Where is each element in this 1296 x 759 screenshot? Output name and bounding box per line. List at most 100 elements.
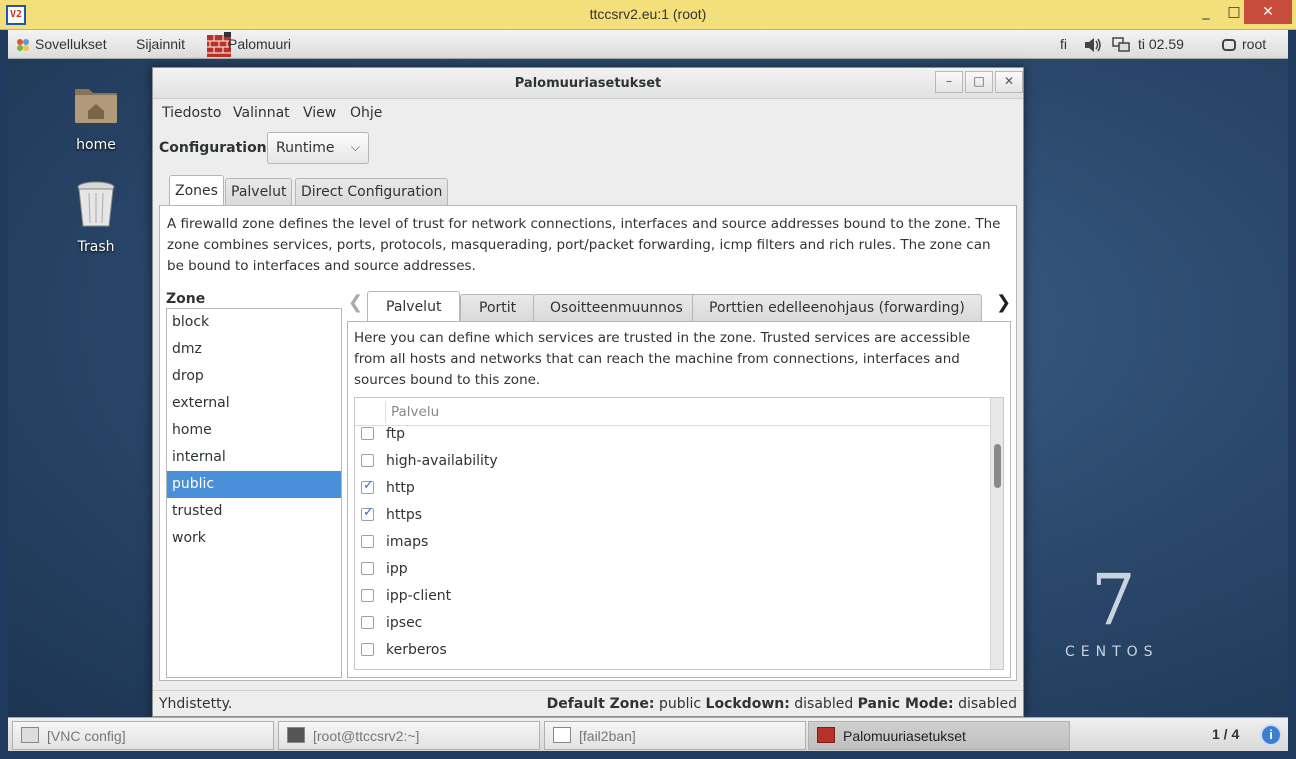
zone-item-trusted[interactable]: trusted bbox=[167, 498, 341, 525]
zone-item-public[interactable]: public bbox=[167, 471, 341, 498]
menu-help[interactable]: Ohje bbox=[350, 105, 382, 121]
zone-item-drop[interactable]: drop bbox=[167, 363, 341, 390]
zone-item-home[interactable]: home bbox=[167, 417, 341, 444]
home-label: home bbox=[76, 137, 116, 153]
default-zone-value: public bbox=[658, 696, 702, 712]
lockdown-label: Lockdown: bbox=[705, 696, 790, 712]
maximize-button[interactable]: □ bbox=[965, 71, 993, 93]
table-row[interactable]: http bbox=[355, 476, 1003, 503]
window-icon bbox=[21, 727, 39, 743]
minimize-button[interactable]: – bbox=[935, 71, 963, 93]
trash-icon bbox=[77, 181, 115, 227]
centos-logo-number: 7 bbox=[1091, 559, 1136, 641]
table-row[interactable]: ipp bbox=[355, 557, 1003, 584]
bottom-taskbar: [VNC config] [root@ttccsrv2:~] [fail2ban… bbox=[8, 717, 1288, 751]
zone-item-dmz[interactable]: dmz bbox=[167, 336, 341, 363]
menubar: Tiedosto Valinnat View Ohje bbox=[153, 99, 1023, 127]
menu-file[interactable]: Tiedosto bbox=[162, 105, 221, 121]
table-row[interactable]: ftp bbox=[355, 422, 1003, 449]
scrollbar-thumb[interactable] bbox=[994, 444, 1001, 488]
lockdown-value: disabled bbox=[794, 696, 854, 712]
table-row[interactable]: high-availability bbox=[355, 449, 1003, 476]
services-column-header[interactable]: Palvelu bbox=[385, 401, 439, 423]
configuration-value: Runtime bbox=[276, 140, 335, 156]
panic-mode-label: Panic Mode: bbox=[857, 696, 954, 712]
vnc-window-title: ttccsrv2.eu:1 (root) bbox=[589, 6, 707, 22]
service-checkbox[interactable] bbox=[361, 454, 374, 467]
centos-logo-word: CENTOS bbox=[1065, 644, 1159, 660]
table-row[interactable]: https bbox=[355, 503, 1003, 530]
home-folder-icon bbox=[75, 89, 117, 123]
service-name: imaps bbox=[386, 534, 429, 550]
service-checkbox[interactable] bbox=[361, 643, 374, 656]
task-label: [fail2ban] bbox=[579, 728, 636, 744]
tab-services[interactable]: Palvelut bbox=[225, 178, 293, 206]
configuration-label: Configuration: bbox=[159, 140, 273, 156]
zone-item-internal[interactable]: internal bbox=[167, 444, 341, 471]
table-row[interactable]: ipp-client bbox=[355, 584, 1003, 611]
subtab-services[interactable]: Palvelut bbox=[367, 291, 461, 323]
user-menu[interactable]: root bbox=[1242, 36, 1266, 52]
volume-icon[interactable] bbox=[1084, 37, 1102, 53]
table-row[interactable]: ipsec bbox=[355, 611, 1003, 638]
vnc-close-button[interactable]: ✕ bbox=[1244, 0, 1292, 24]
trash-label: Trash bbox=[77, 239, 115, 255]
task-label: [VNC config] bbox=[47, 728, 126, 744]
statusbar: Yhdistetty. Default Zone: public Lockdow… bbox=[153, 690, 1023, 716]
task-vnc-config[interactable]: [VNC config] bbox=[12, 721, 274, 750]
zone-item-external[interactable]: external bbox=[167, 390, 341, 417]
desktop-trash[interactable]: Trash bbox=[56, 179, 136, 255]
task-fail2ban[interactable]: [fail2ban] bbox=[544, 721, 806, 750]
subtab-masquerading[interactable]: Osoitteenmuunnos bbox=[533, 294, 700, 322]
menu-view[interactable]: View bbox=[303, 105, 336, 121]
zone-item-block[interactable]: block bbox=[167, 309, 341, 336]
firewall-icon bbox=[817, 727, 835, 743]
service-checkbox[interactable] bbox=[361, 505, 374, 521]
panic-mode-value: disabled bbox=[958, 696, 1017, 712]
subtab-ports[interactable]: Portit bbox=[460, 294, 536, 322]
zone-item-work[interactable]: work bbox=[167, 525, 341, 552]
table-row[interactable]: kerberos bbox=[355, 638, 1003, 665]
app-menu[interactable]: Palomuuri bbox=[228, 36, 291, 52]
service-name: http bbox=[386, 480, 415, 496]
service-checkbox[interactable] bbox=[361, 478, 374, 494]
chevron-left-icon[interactable]: ❮ bbox=[348, 292, 363, 313]
subtab-port-forwarding[interactable]: Porttien edelleenohjaus (forwarding) bbox=[692, 294, 982, 322]
vnc-titlebar: V2 ttccsrv2.eu:1 (root) _ □ ✕ bbox=[0, 0, 1296, 30]
places-menu[interactable]: Sijainnit bbox=[136, 36, 185, 52]
keyboard-layout[interactable]: fi bbox=[1060, 36, 1067, 52]
services-scrollbar[interactable] bbox=[990, 398, 1003, 669]
firewall-window: Palomuuriasetukset – □ ✕ Tiedosto Valinn… bbox=[152, 67, 1024, 717]
tab-direct-configuration[interactable]: Direct Configuration bbox=[295, 178, 449, 206]
zone-list-header: Zone bbox=[166, 291, 206, 307]
default-zone-label: Default Zone: bbox=[546, 696, 655, 712]
service-checkbox[interactable] bbox=[361, 589, 374, 602]
service-checkbox[interactable] bbox=[361, 427, 374, 440]
task-terminal[interactable]: [root@ttccsrv2:~] bbox=[278, 721, 540, 750]
clock[interactable]: ti 02.59 bbox=[1138, 36, 1184, 52]
services-table[interactable]: Palvelu ftp high-availability http bbox=[354, 397, 1004, 670]
services-panel: Here you can define which services are t… bbox=[347, 321, 1011, 678]
terminal-icon bbox=[287, 727, 305, 743]
zones-panel: A firewalld zone defines the level of tr… bbox=[159, 205, 1017, 681]
applications-menu[interactable]: Sovellukset bbox=[35, 36, 107, 52]
user-icon bbox=[1222, 39, 1236, 51]
task-firewall[interactable]: Palomuuriasetukset bbox=[808, 721, 1070, 750]
tab-zones[interactable]: Zones bbox=[169, 175, 224, 207]
network-icon[interactable] bbox=[1112, 37, 1130, 53]
service-name: https bbox=[386, 507, 423, 523]
zone-list[interactable]: block dmz drop external home internal pu… bbox=[166, 308, 342, 678]
desktop-home[interactable]: home bbox=[56, 81, 136, 153]
zone-description: A firewalld zone defines the level of tr… bbox=[167, 216, 1001, 274]
service-checkbox[interactable] bbox=[361, 562, 374, 575]
service-checkbox[interactable] bbox=[361, 616, 374, 629]
workspace-indicator[interactable]: 1 / 4 bbox=[1212, 726, 1239, 742]
service-checkbox[interactable] bbox=[361, 535, 374, 548]
table-row[interactable]: imaps bbox=[355, 530, 1003, 557]
close-button[interactable]: ✕ bbox=[995, 71, 1023, 93]
info-icon[interactable]: i bbox=[1260, 724, 1282, 746]
chevron-right-icon[interactable]: ❯ bbox=[996, 292, 1011, 313]
firewall-titlebar[interactable]: Palomuuriasetukset – □ ✕ bbox=[153, 68, 1023, 99]
configuration-select[interactable]: Runtime ⌵ bbox=[267, 132, 369, 164]
menu-options[interactable]: Valinnat bbox=[233, 105, 290, 121]
